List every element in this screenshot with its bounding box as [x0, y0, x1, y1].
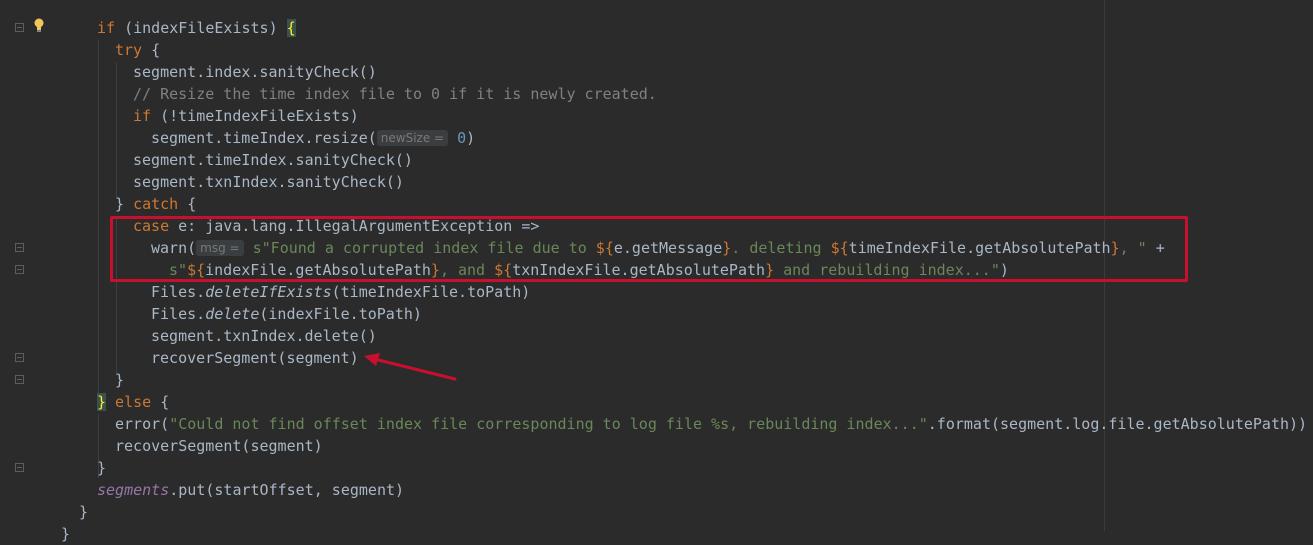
- indent-guide: [116, 62, 117, 198]
- code-text: {: [151, 393, 170, 411]
- code-line[interactable]: recoverSegment(segment): [115, 435, 323, 457]
- code-text: }: [115, 195, 134, 213]
- code-line[interactable]: segment.index.sanityCheck(): [133, 61, 377, 83]
- code-text: Files.: [151, 305, 206, 323]
- highlight-box: [110, 216, 1188, 282]
- code-text: }: [79, 503, 89, 521]
- code-text: ): [466, 129, 476, 147]
- code-line[interactable]: }: [115, 369, 124, 391]
- annotation-arrow-icon: [364, 353, 457, 381]
- number-literal: 0: [457, 129, 467, 147]
- code-line[interactable]: try {: [115, 39, 160, 61]
- matched-brace: }: [97, 393, 107, 411]
- code-line[interactable]: segments.put(startOffset, segment): [97, 479, 404, 501]
- code-line[interactable]: }: [79, 501, 88, 523]
- code-text: .put(startOffset, segment): [169, 481, 405, 499]
- code-text: segment.timeIndex.sanityCheck(): [133, 151, 413, 169]
- comment: // Resize the time index file to 0 if it…: [133, 85, 657, 103]
- gutter: [0, 0, 60, 531]
- matched-brace: {: [286, 19, 296, 37]
- code-text: segment.txnIndex.sanityCheck(): [133, 173, 404, 191]
- code-text: recoverSegment(segment): [151, 349, 359, 367]
- code-text: (indexFile.toPath): [259, 305, 422, 323]
- code-text: segment.timeIndex.resize(: [151, 129, 377, 147]
- parameter-hint: newSize =: [376, 130, 449, 146]
- keyword: else: [106, 393, 152, 411]
- code-text: recoverSegment(segment): [115, 437, 323, 455]
- lightbulb-icon[interactable]: [33, 18, 45, 32]
- code-line[interactable]: segment.txnIndex.sanityCheck(): [133, 171, 404, 193]
- code-text: segment.txnIndex.delete(): [151, 327, 377, 345]
- code-text: error(: [115, 415, 170, 433]
- code-text: {: [142, 41, 161, 59]
- string-literal: "Could not find offset index file corres…: [169, 415, 928, 433]
- keyword: if: [133, 107, 152, 125]
- code-text: {: [178, 195, 197, 213]
- code-text: (indexFileExists): [115, 19, 287, 37]
- code-line[interactable]: // Resize the time index file to 0 if it…: [133, 83, 657, 105]
- keyword: try: [115, 41, 143, 59]
- code-line[interactable]: Files.delete(indexFile.toPath): [151, 303, 422, 325]
- indent-guide: [98, 40, 99, 400]
- fold-marker-icon[interactable]: [15, 463, 24, 472]
- code-text: (timeIndexFile.toPath): [331, 283, 531, 301]
- code-line[interactable]: segment.txnIndex.delete(): [151, 325, 377, 347]
- static-method: deleteIfExists: [205, 283, 332, 301]
- code-line[interactable]: }: [97, 457, 106, 479]
- code-line[interactable]: Files.deleteIfExists(timeIndexFile.toPat…: [151, 281, 530, 303]
- code-editor[interactable]: if (indexFileExists) { try { segment.ind…: [0, 0, 1313, 543]
- code-text: }: [115, 371, 125, 389]
- code-text: .format(segment.log.file.getAbsolutePath…: [927, 415, 1308, 433]
- fold-marker-icon[interactable]: [15, 243, 24, 252]
- keyword: catch: [133, 195, 179, 213]
- field-reference: segments: [97, 481, 170, 499]
- fold-marker-icon[interactable]: [15, 375, 24, 384]
- code-line[interactable]: } catch {: [115, 193, 196, 215]
- code-line[interactable]: segment.timeIndex.resize(newSize = 0): [151, 127, 475, 149]
- fold-marker-icon[interactable]: [15, 265, 24, 274]
- code-text: Files.: [151, 283, 206, 301]
- code-text: }: [97, 459, 107, 477]
- code-line[interactable]: if (!timeIndexFileExists): [133, 105, 359, 127]
- fold-marker-icon[interactable]: [15, 23, 24, 32]
- fold-marker-icon[interactable]: [15, 353, 24, 362]
- code-text: (!timeIndexFileExists): [151, 107, 359, 125]
- code-line[interactable]: }: [61, 523, 70, 545]
- static-method: delete: [205, 305, 260, 323]
- code-line[interactable]: segment.timeIndex.sanityCheck(): [133, 149, 413, 171]
- code-text: segment.index.sanityCheck(): [133, 63, 377, 81]
- code-line[interactable]: error("Could not find offset index file …: [115, 413, 1307, 435]
- code-text: }: [61, 525, 71, 543]
- code-line[interactable]: if (indexFileExists) {: [97, 17, 296, 39]
- keyword: if: [97, 19, 116, 37]
- code-line[interactable]: recoverSegment(segment): [151, 347, 359, 369]
- code-line[interactable]: } else {: [97, 391, 169, 413]
